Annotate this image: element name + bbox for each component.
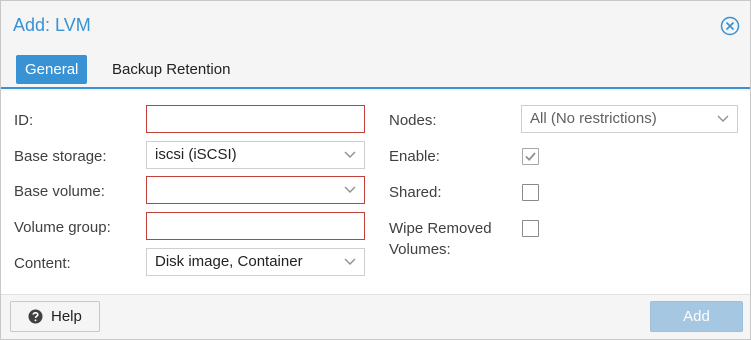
- dialog-titlebar: Add: LVM: [1, 1, 750, 49]
- enable-checkbox[interactable]: [522, 148, 539, 165]
- enable-label: Enable:: [389, 148, 440, 165]
- base-volume-select[interactable]: [146, 176, 365, 204]
- dialog-footer: Help Add: [1, 294, 750, 339]
- content-label: Content:: [14, 255, 71, 272]
- question-circle-icon: [28, 309, 43, 324]
- nodes-select[interactable]: All (No restrictions): [521, 105, 738, 133]
- add-lvm-dialog: Add: LVM General Backup Retention ID: Ba…: [0, 0, 751, 340]
- form-panel: ID: Base storage: iscsi (iSCSI) Base vol…: [1, 91, 750, 294]
- base-volume-label: Base volume:: [14, 183, 105, 200]
- help-label: Help: [51, 308, 82, 325]
- add-button[interactable]: Add: [650, 301, 743, 332]
- shared-label: Shared:: [389, 184, 442, 201]
- chevron-down-icon: [344, 258, 356, 265]
- tab-bar: General Backup Retention: [1, 49, 750, 89]
- checkmark-icon: [525, 152, 536, 162]
- close-icon[interactable]: [720, 16, 740, 36]
- chevron-down-icon: [717, 115, 729, 122]
- help-button[interactable]: Help: [10, 301, 100, 332]
- dialog-title: Add: LVM: [13, 15, 91, 35]
- nodes-value: All (No restrictions): [530, 110, 657, 127]
- id-label: ID:: [14, 112, 34, 129]
- tab-general[interactable]: General: [16, 55, 88, 84]
- nodes-label: Nodes:: [389, 112, 437, 129]
- id-input[interactable]: [146, 105, 365, 133]
- chevron-down-icon: [344, 186, 356, 193]
- volume-group-input[interactable]: [146, 212, 365, 240]
- shared-checkbox[interactable]: [522, 184, 539, 201]
- tab-backup-retention[interactable]: Backup Retention: [103, 55, 239, 84]
- content-select[interactable]: Disk image, Container: [146, 248, 365, 276]
- base-storage-label: Base storage:: [14, 148, 107, 165]
- chevron-down-icon: [344, 151, 356, 158]
- wipe-removed-label-line1: Wipe Removed: [389, 220, 492, 237]
- wipe-removed-label-line2: Volumes:: [389, 241, 451, 258]
- volume-group-label: Volume group:: [14, 219, 111, 236]
- wipe-removed-checkbox[interactable]: [522, 220, 539, 237]
- base-storage-select[interactable]: iscsi (iSCSI): [146, 141, 365, 169]
- base-storage-value: iscsi (iSCSI): [155, 146, 237, 163]
- content-value: Disk image, Container: [155, 253, 303, 270]
